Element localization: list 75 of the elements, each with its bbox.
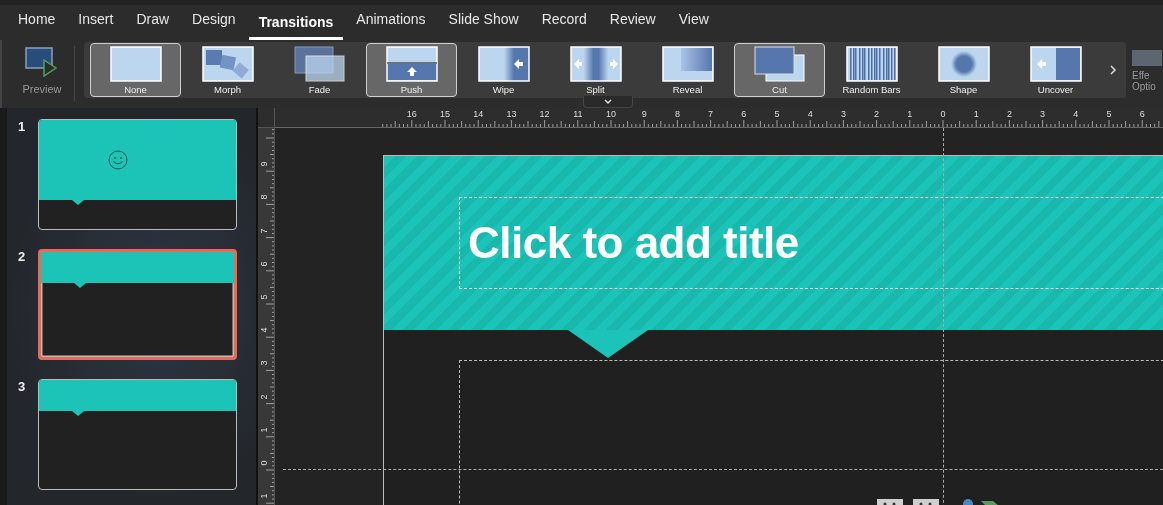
effect-options-label[interactable]: Effe (1132, 70, 1150, 81)
chevron-right-icon (1109, 64, 1117, 75)
ruler-number: 2 (258, 394, 269, 400)
slide-thumbnail[interactable] (38, 249, 237, 360)
slide-icon (109, 46, 162, 82)
ruler-number: 0 (940, 109, 946, 119)
ribbon-tab[interactable]: Draw (126, 11, 180, 40)
transition-option[interactable]: Fade (274, 43, 365, 97)
ruler-number: 6 (258, 261, 269, 267)
transition-option[interactable]: Random Bars (826, 43, 917, 97)
ribbon-tab[interactable]: Design (182, 11, 246, 40)
ruler-number: 1 (973, 109, 979, 119)
ribbon-tab[interactable]: Home (8, 11, 66, 40)
ribbon-tab[interactable]: Insert (68, 11, 124, 40)
chevron-down-icon (604, 98, 612, 105)
ruler-number: 15 (440, 109, 450, 119)
ruler-number: 4 (258, 327, 269, 333)
split-arrows-icon (569, 46, 622, 82)
overlapping-slides-icon (753, 46, 806, 82)
ruler-number: 7 (708, 109, 714, 119)
vertical-bars-icon (845, 46, 898, 82)
ruler-number: 6 (741, 109, 747, 119)
ruler-number: 4 (1073, 109, 1079, 119)
ruler-number: 0 (258, 460, 269, 466)
ruler-number: 7 (258, 228, 269, 234)
ruler-number: 8 (258, 194, 269, 200)
ruler-number: 14 (473, 109, 484, 119)
ruler-number: 3 (1040, 109, 1046, 119)
transition-option[interactable]: Uncover (1010, 43, 1101, 97)
slide-number: 3 (18, 379, 27, 394)
ruler-number: 13 (506, 109, 517, 119)
ruler-number: 9 (641, 109, 647, 119)
ribbon-tab[interactable]: View (668, 11, 719, 40)
ruler-number: 5 (1106, 109, 1112, 119)
transition-option[interactable]: Reveal (642, 43, 733, 97)
ruler-number: 1 (258, 493, 269, 499)
slide-number: 1 (18, 119, 27, 134)
ruler-number: 3 (840, 109, 846, 119)
gradient-slide-icon (661, 46, 714, 82)
ribbon-tab[interactable]: Animations (346, 11, 436, 40)
transition-option[interactable]: Push (366, 43, 457, 97)
ruler-number: 12 (539, 109, 550, 119)
ribbon-tab[interactable]: Review (599, 11, 666, 40)
ruler-number: 9 (258, 161, 269, 167)
slide-number: 2 (18, 249, 27, 264)
slide-thumbnail[interactable] (38, 119, 237, 230)
ribbon-tab[interactable]: Slide Show (438, 11, 529, 40)
transition-option[interactable]: None (90, 43, 181, 97)
ruler-number: 2 (1006, 109, 1012, 119)
ruler-number: 8 (674, 109, 680, 119)
expand-gallery-button[interactable] (583, 96, 633, 108)
overlapping-slides-icon (293, 46, 346, 82)
slide-thumbnail[interactable] (38, 379, 237, 490)
ruler-number: 11 (573, 109, 583, 119)
ruler-number: 5 (774, 109, 780, 119)
transition-option[interactable]: Morph (182, 43, 273, 97)
transition-option[interactable]: Wipe (458, 43, 549, 97)
ruler-number: 16 (406, 109, 417, 119)
ruler-number: 1 (907, 109, 913, 119)
transition-option[interactable]: Shape (918, 43, 1009, 97)
ruler-number: 5 (258, 294, 269, 300)
ruler-number: 6 (1139, 109, 1145, 119)
title-placeholder-text: Click to add title (468, 218, 799, 268)
ruler-number: 4 (807, 109, 813, 119)
ribbon-tab[interactable]: Record (531, 11, 597, 40)
effect-options-label[interactable]: Optio (1132, 81, 1156, 92)
ruler-number: 10 (606, 109, 616, 119)
transition-option[interactable]: Split (550, 43, 641, 97)
ruler-number: 2 (874, 109, 880, 119)
play-slide-icon (25, 47, 59, 77)
transition-option[interactable]: Cut (734, 43, 825, 97)
squares-icon (201, 46, 254, 82)
ruler-number: 1 (258, 427, 269, 433)
preview-button[interactable]: Preview (10, 42, 74, 108)
ruler-number: 3 (258, 360, 269, 366)
